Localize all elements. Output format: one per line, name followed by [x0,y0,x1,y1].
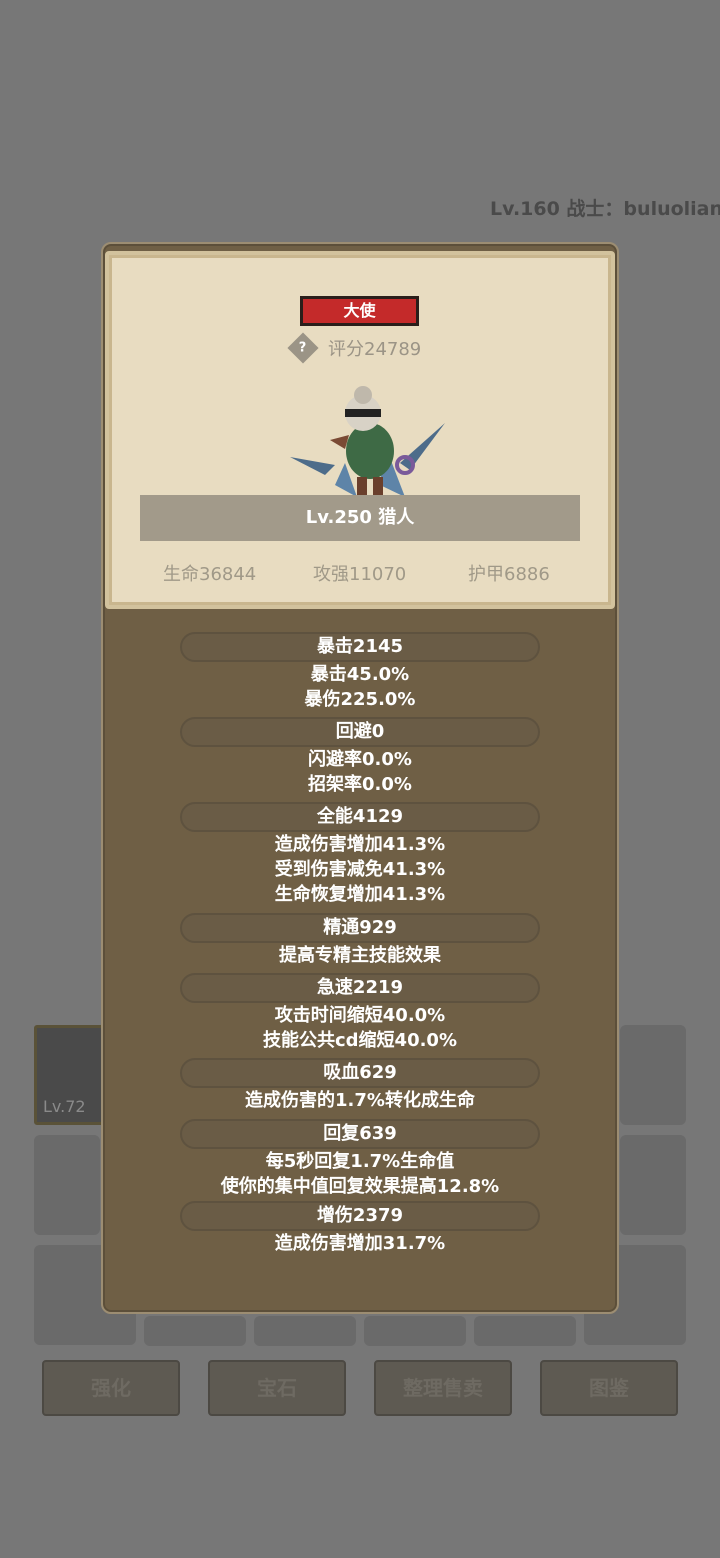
hunter-character-image [290,386,445,497]
attr-line: 造成伤害增加41.3% [274,834,446,855]
attr-line: 每5秒回复1.7%生命值 [265,1151,455,1172]
attr-header-regen: 回复639 [180,1119,540,1149]
inventory-slot[interactable] [364,1316,466,1346]
title-badge: 大使 [300,296,419,326]
equipped-item-slot[interactable]: Lv.72 [34,1025,106,1125]
gem-button[interactable]: 宝石 [208,1360,346,1416]
attr-line: 受到伤害减免41.3% [274,859,446,880]
score-value: 评分24789 [328,339,422,360]
sort-sell-button[interactable]: 整理售卖 [374,1360,512,1416]
help-icon[interactable]: ? [287,332,319,364]
hp-stat: 生命36844 [163,564,257,585]
codex-button[interactable]: 图鉴 [540,1360,678,1416]
player-level-label: Lv.160 战士：buluolianm [490,198,720,220]
attr-header-leech: 吸血629 [180,1058,540,1088]
hero-name-bar: Lv.250 猎人 [140,495,580,541]
item-level: Lv.72 [43,1097,86,1116]
inventory-slot[interactable] [474,1316,576,1346]
inventory-slot[interactable] [620,1025,686,1125]
attr-line: 造成伤害的1.7%转化成生命 [245,1090,475,1111]
attr-header-mastery: 精通929 [180,913,540,943]
attr-line: 技能公共cd缩短40.0% [262,1030,457,1051]
attr-header-dodge: 回避0 [180,717,540,747]
attr-header-damage-bonus: 增伤2379 [180,1201,540,1231]
attack-stat: 攻强11070 [313,564,407,585]
score-row: ? 评分24789 [287,332,422,364]
attr-line: 闪避率0.0% [308,749,412,770]
attr-header-crit: 暴击2145 [180,632,540,662]
attr-line: 攻击时间缩短40.0% [274,1005,446,1026]
armor-stat: 护甲6886 [468,564,550,585]
inventory-slot[interactable] [34,1135,100,1235]
attr-line: 暴伤225.0% [304,689,416,710]
enhance-button[interactable]: 强化 [42,1360,180,1416]
inventory-slot[interactable] [144,1316,246,1346]
attr-header-haste: 急速2219 [180,973,540,1003]
inventory-slot[interactable] [254,1316,356,1346]
attr-line: 暴击45.0% [310,664,410,685]
attr-line: 造成伤害增加31.7% [274,1233,446,1254]
attr-line: 使你的集中值回复效果提高12.8% [220,1176,500,1197]
attr-line: 招架率0.0% [308,774,412,795]
attr-line: 提高专精主技能效果 [279,945,441,966]
attr-line: 生命恢复增加41.3% [274,884,446,905]
inventory-slot[interactable] [620,1135,686,1235]
attr-header-versatility: 全能4129 [180,802,540,832]
